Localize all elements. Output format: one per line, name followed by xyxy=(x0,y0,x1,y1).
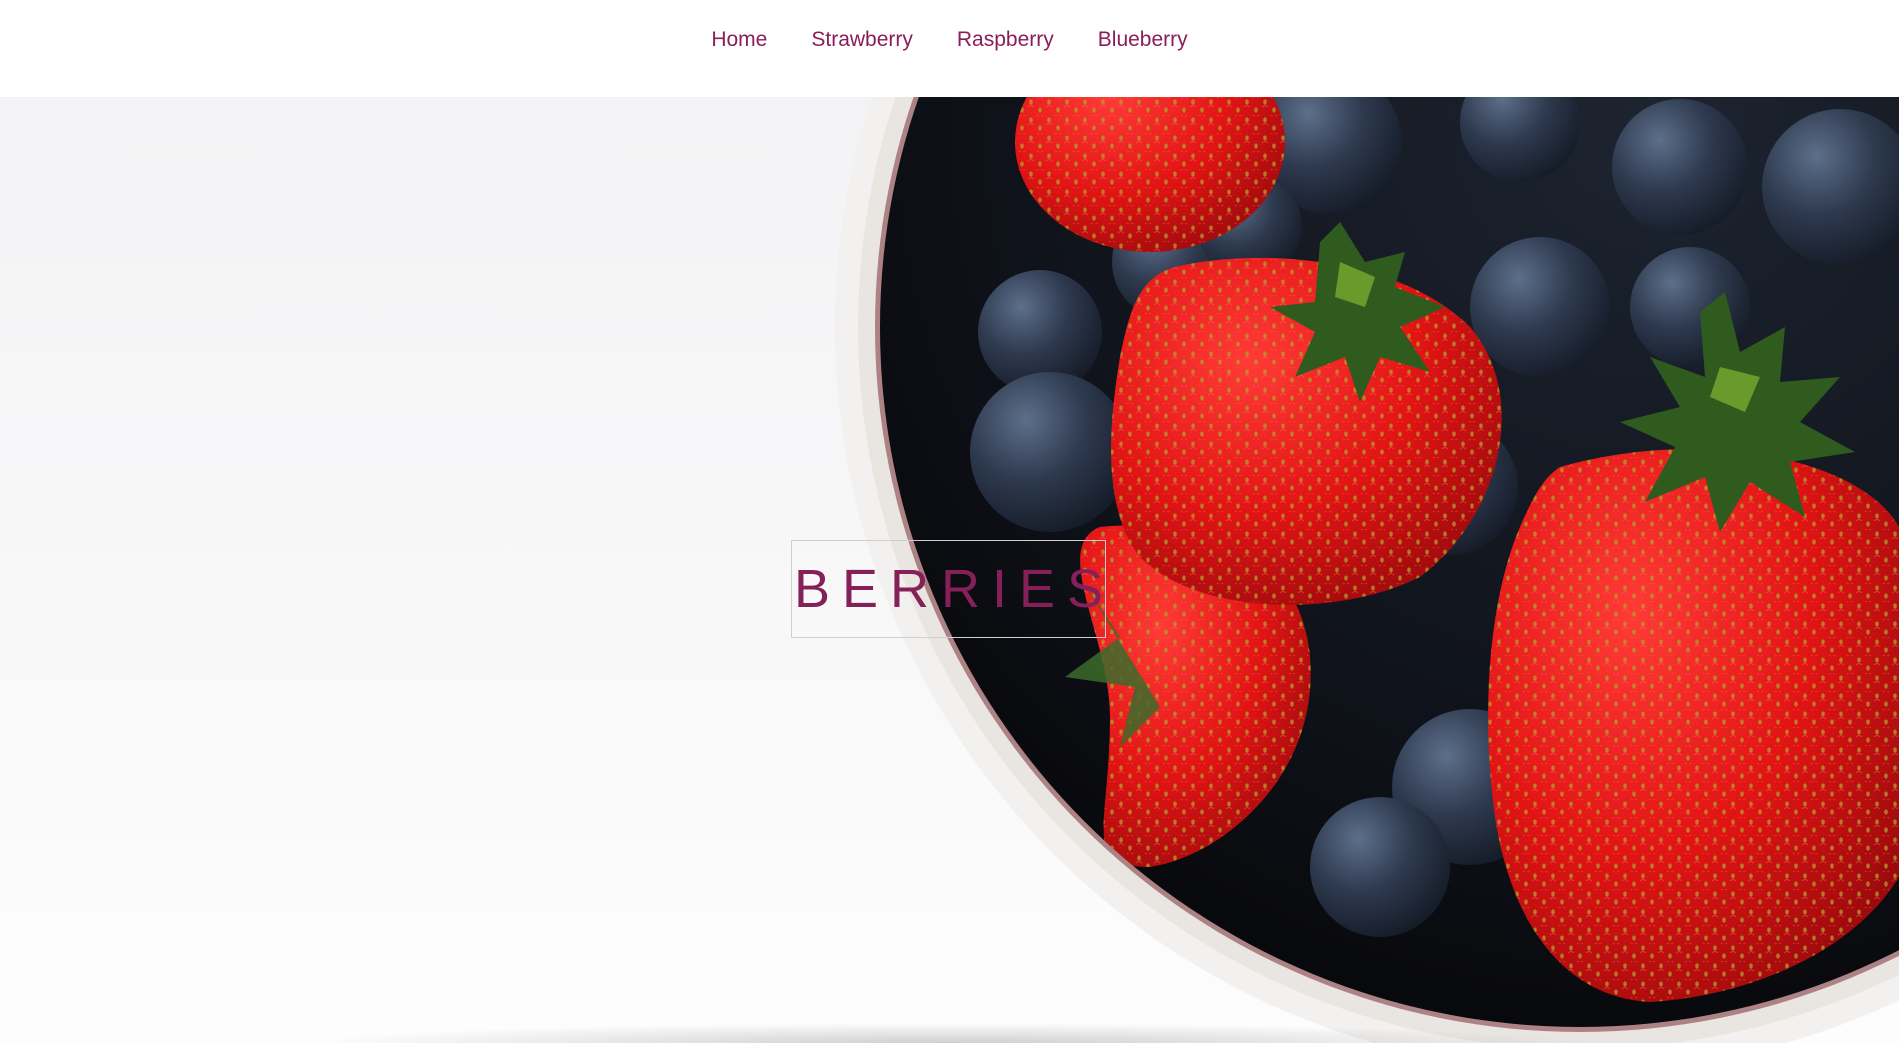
top-navigation: Home Strawberry Raspberry Blueberry xyxy=(0,0,1899,97)
nav-link-raspberry[interactable]: Raspberry xyxy=(957,28,1054,51)
nav-link-blueberry[interactable]: Blueberry xyxy=(1098,28,1188,51)
hero-title: BERRIES xyxy=(793,559,1116,619)
page: Home Strawberry Raspberry Blueberry BERR… xyxy=(0,0,1899,1043)
hero-title-box: BERRIES xyxy=(791,540,1106,638)
bottom-shadow xyxy=(300,1023,1600,1043)
nav-link-strawberry[interactable]: Strawberry xyxy=(811,28,913,51)
nav-link-home[interactable]: Home xyxy=(711,28,767,51)
nav-menu: Home Strawberry Raspberry Blueberry xyxy=(0,28,1899,52)
